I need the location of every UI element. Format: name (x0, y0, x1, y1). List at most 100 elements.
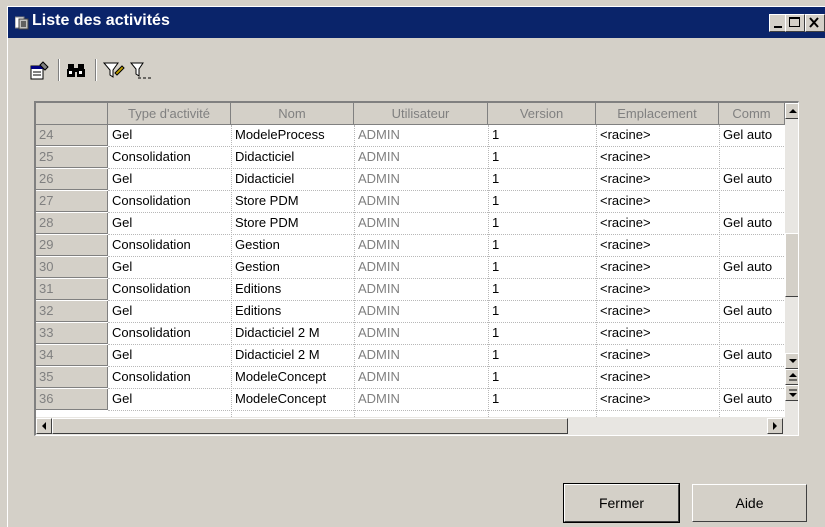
scroll-page-up-button[interactable] (785, 369, 798, 385)
table-cell-type[interactable]: Gel (108, 345, 231, 366)
close-button[interactable] (805, 14, 825, 32)
filter-icon[interactable] (102, 59, 126, 81)
row-number[interactable]: 28 (36, 213, 108, 234)
table-cell-type[interactable]: Gel (108, 169, 231, 190)
scroll-left-button[interactable] (36, 418, 52, 434)
table-cell-comm[interactable]: Gel auto (719, 345, 785, 366)
scroll-up-button[interactable] (785, 103, 798, 119)
table-cell-comm[interactable]: Gel auto (719, 213, 785, 234)
table-cell-user[interactable]: ADMIN (354, 345, 488, 366)
table-cell-comm[interactable]: Gel auto (719, 389, 785, 410)
scroll-right-button[interactable] (767, 418, 783, 434)
table-cell-nom[interactable]: Gestion (231, 235, 354, 256)
table-cell-user[interactable]: ADMIN (354, 389, 488, 410)
table-cell-user[interactable]: ADMIN (354, 323, 488, 344)
close-dialog-button[interactable]: Fermer (563, 483, 680, 523)
table-cell-user[interactable]: ADMIN (354, 235, 488, 256)
table-cell-comm[interactable] (719, 323, 785, 344)
column-header[interactable]: Nom (231, 103, 354, 125)
row-number[interactable]: 35 (36, 367, 108, 388)
table-cell-emplacement[interactable]: <racine> (596, 345, 719, 366)
column-header[interactable]: Version (488, 103, 596, 125)
table-cell-version[interactable]: 1 (488, 235, 596, 256)
table-cell-emplacement[interactable]: <racine> (596, 323, 719, 344)
table-cell-nom[interactable]: ModeleProcess (231, 125, 354, 146)
table-cell-comm[interactable] (719, 279, 785, 300)
table-cell-nom[interactable]: Gestion (231, 257, 354, 278)
table-cell-version[interactable]: 1 (488, 169, 596, 190)
help-button[interactable]: Aide (692, 484, 807, 522)
row-number[interactable]: 26 (36, 169, 108, 190)
row-number[interactable]: 29 (36, 235, 108, 256)
row-number[interactable]: 36 (36, 389, 108, 410)
row-number[interactable]: 25 (36, 147, 108, 168)
table-cell-version[interactable]: 1 (488, 257, 596, 278)
table-cell-comm[interactable]: Gel auto (719, 301, 785, 322)
table-cell-emplacement[interactable]: <racine> (596, 367, 719, 388)
table-cell-user[interactable]: ADMIN (354, 213, 488, 234)
table-cell-user[interactable]: ADMIN (354, 367, 488, 388)
row-number[interactable]: 33 (36, 323, 108, 344)
table-cell-comm[interactable] (719, 191, 785, 212)
table-cell-user[interactable]: ADMIN (354, 279, 488, 300)
table-cell-nom[interactable]: Didacticiel 2 M (231, 323, 354, 344)
table-cell-type[interactable]: Gel (108, 213, 231, 234)
table-cell-emplacement[interactable]: <racine> (596, 213, 719, 234)
table-cell-type[interactable]: Gel (108, 389, 231, 410)
table-cell-nom[interactable]: Store PDM (231, 191, 354, 212)
table-cell-comm[interactable] (719, 147, 785, 168)
maximize-button[interactable] (785, 14, 805, 32)
activity-table[interactable]: Type d'activité Nom Utilisateur Version Empl… (34, 101, 799, 436)
table-cell-emplacement[interactable]: <racine> (596, 257, 719, 278)
table-cell-version[interactable]: 1 (488, 367, 596, 388)
table-cell-emplacement[interactable]: <racine> (596, 301, 719, 322)
table-cell-nom[interactable]: Editions (231, 301, 354, 322)
table-cell-nom[interactable]: ModeleConcept (231, 367, 354, 388)
table-cell-user[interactable]: ADMIN (354, 147, 488, 168)
table-cell-version[interactable]: 1 (488, 147, 596, 168)
table-cell-comm[interactable] (719, 235, 785, 256)
table-cell-type[interactable]: Consolidation (108, 147, 231, 168)
table-cell-type[interactable]: Consolidation (108, 235, 231, 256)
horizontal-scrollbar[interactable] (36, 417, 798, 435)
find-binoculars-icon[interactable] (65, 59, 89, 81)
row-number[interactable]: 30 (36, 257, 108, 278)
table-cell-nom[interactable]: Store PDM (231, 213, 354, 234)
scroll-down-button[interactable] (785, 353, 798, 369)
clear-filter-icon[interactable] (129, 59, 153, 81)
table-cell-emplacement[interactable]: <racine> (596, 235, 719, 256)
row-number[interactable]: 24 (36, 125, 108, 146)
table-cell-user[interactable]: ADMIN (354, 169, 488, 190)
table-cell-nom[interactable]: Didacticiel 2 M (231, 345, 354, 366)
table-cell-type[interactable]: Gel (108, 125, 231, 146)
horizontal-scroll-thumb[interactable] (52, 418, 568, 434)
table-cell-emplacement[interactable]: <racine> (596, 125, 719, 146)
table-cell-type[interactable]: Gel (108, 257, 231, 278)
properties-icon[interactable] (28, 59, 52, 81)
table-cell-version[interactable]: 1 (488, 279, 596, 300)
row-number[interactable]: 34 (36, 345, 108, 366)
row-number[interactable]: 32 (36, 301, 108, 322)
scroll-page-down-button[interactable] (785, 385, 798, 401)
table-cell-type[interactable]: Consolidation (108, 191, 231, 212)
title-bar[interactable]: Liste des activités (8, 7, 825, 38)
table-cell-emplacement[interactable]: <racine> (596, 191, 719, 212)
table-cell-nom[interactable]: ModeleConcept (231, 389, 354, 410)
table-cell-type[interactable]: Gel (108, 301, 231, 322)
table-cell-version[interactable]: 1 (488, 301, 596, 322)
table-cell-type[interactable]: Consolidation (108, 323, 231, 344)
table-cell-emplacement[interactable]: <racine> (596, 389, 719, 410)
table-cell-emplacement[interactable]: <racine> (596, 279, 719, 300)
table-cell-comm[interactable]: Gel auto (719, 169, 785, 190)
vertical-scroll-thumb[interactable] (785, 233, 798, 297)
table-cell-emplacement[interactable]: <racine> (596, 147, 719, 168)
table-cell-nom[interactable]: Didacticiel (231, 169, 354, 190)
table-cell-version[interactable]: 1 (488, 125, 596, 146)
table-cell-type[interactable]: Consolidation (108, 279, 231, 300)
table-cell-version[interactable]: 1 (488, 389, 596, 410)
table-cell-comm[interactable] (719, 367, 785, 388)
table-cell-type[interactable]: Consolidation (108, 367, 231, 388)
table-cell-nom[interactable]: Didacticiel (231, 147, 354, 168)
table-cell-user[interactable]: ADMIN (354, 257, 488, 278)
column-header[interactable]: Comm (719, 103, 785, 125)
